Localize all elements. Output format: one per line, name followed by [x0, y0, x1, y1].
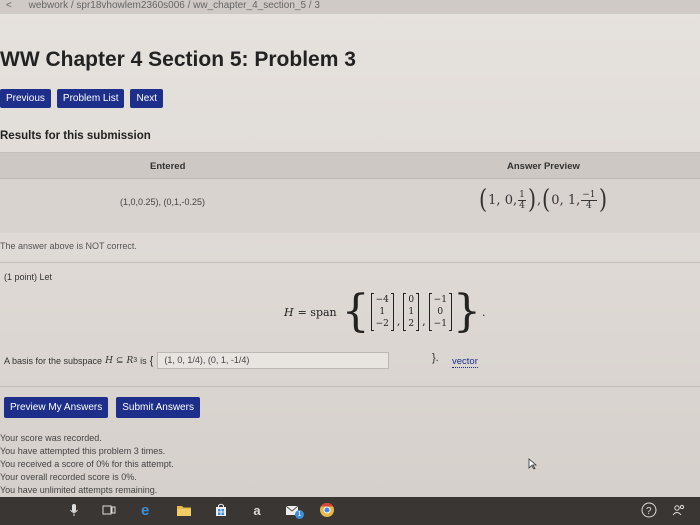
score-messages: Your score was recorded. You have attemp…: [0, 432, 174, 497]
vector-entry: 1: [408, 307, 415, 317]
subset-symbol: ⊆: [115, 355, 124, 365]
equation-period: .: [481, 305, 486, 319]
preview-v2-fraction: −1 4: [581, 189, 597, 211]
amazon-icon[interactable]: a: [248, 501, 266, 519]
vector-help-link[interactable]: vector: [452, 356, 478, 368]
store-icon[interactable]: [212, 501, 230, 519]
mail-icon[interactable]: 1: [284, 501, 304, 519]
close-set-brace: }.: [432, 352, 439, 364]
task-view-icon[interactable]: [100, 501, 118, 519]
column-vector-3: −1 0 −1: [428, 293, 453, 331]
action-buttons: Preview My Answers Submit Answers: [4, 397, 200, 418]
results-heading: Results for this submission: [0, 130, 151, 142]
vector-comma: ,: [396, 315, 401, 328]
basis-R: R: [126, 355, 134, 366]
vector-entry: −4: [375, 295, 389, 305]
column-vector-2: 0 1 2: [403, 293, 420, 331]
submit-answers-button[interactable]: Submit Answers: [116, 397, 200, 418]
webwork-page: < webwork / spr18vhowlem2360s006 / ww_ch…: [0, 0, 700, 497]
preview-v1-prefix: 1, 0,: [488, 192, 518, 208]
windows-taskbar: e a 1 ?: [0, 497, 700, 525]
results-header-row: Entered Answer Preview: [0, 153, 700, 179]
breadcrumb-bar: < webwork / spr18vhowlem2360s006 / ww_ch…: [0, 0, 700, 14]
edge-icon[interactable]: e: [138, 501, 156, 519]
basis-answer-input[interactable]: (1, 0, 1/4), (0, 1, -1/4): [157, 352, 390, 369]
vector-entry: −1: [433, 295, 447, 305]
vector-entry: −2: [375, 319, 389, 329]
vector-entry: 1: [379, 307, 386, 317]
problem-list-button[interactable]: Problem List: [56, 89, 125, 108]
preview-column-header: Answer Preview: [507, 161, 580, 172]
fraction-numerator: 1: [518, 189, 526, 201]
close-paren: ): [527, 185, 536, 215]
basis-H: H: [105, 355, 113, 366]
H-symbol: H: [284, 305, 294, 319]
score-message: Your overall recorded score is 0%.: [0, 472, 137, 482]
score-message: You have attempted this problem 3 times.: [0, 446, 166, 456]
answer-preview: ( 1, 0, 1 4 ) , ( 0, 1, −1 4 ): [478, 187, 608, 213]
svg-text:e: e: [141, 502, 149, 518]
mouse-cursor-icon: [528, 458, 538, 473]
vector-entry: 0: [408, 295, 415, 305]
chrome-icon[interactable]: [318, 501, 336, 519]
entered-answer: (1,0,0.25), (0,1,-0.25): [120, 197, 206, 207]
preview-v1-fraction: 1 4: [518, 190, 526, 211]
problem-points: (1 point) Let: [4, 272, 53, 282]
basis-text: A basis for the subspace: [4, 355, 103, 366]
fraction-numerator: −1: [581, 189, 597, 201]
score-message: You have unlimited attempts remaining.: [0, 485, 158, 495]
file-explorer-icon[interactable]: [175, 501, 193, 519]
preview-answers-button[interactable]: Preview My Answers: [4, 397, 109, 418]
vector-comma: ,: [422, 315, 426, 328]
vector-entry: 2: [408, 319, 415, 329]
preview-v2-prefix: 0, 1,: [551, 192, 581, 208]
svg-text:?: ?: [646, 506, 652, 517]
equals-span: = span: [297, 305, 337, 319]
open-set-brace: {: [149, 354, 154, 367]
entered-column-header: Entered: [150, 161, 186, 172]
close-paren: ): [598, 185, 607, 215]
basis-R-exponent: 3: [133, 357, 138, 364]
preview-separator: ,: [537, 192, 542, 208]
basis-is: is: [140, 355, 147, 366]
basis-question: A basis for the subspace H ⊆ R 3 is { (1…: [4, 352, 390, 369]
next-button[interactable]: Next: [130, 89, 164, 108]
column-vector-1: −4 1 −2: [370, 293, 395, 331]
open-paren: (: [542, 185, 551, 215]
right-brace: }: [452, 286, 481, 337]
left-brace: {: [341, 286, 370, 337]
breadcrumb[interactable]: webwork / spr18vhowlem2360s006 / ww_chap…: [29, 0, 320, 11]
score-message: Your score was recorded.: [0, 433, 102, 443]
page-title: WW Chapter 4 Section 5: Problem 3: [0, 48, 356, 71]
score-message: You received a score of 0% for this atte…: [0, 459, 174, 469]
help-icon[interactable]: ?: [640, 501, 658, 519]
fraction-denominator: 4: [519, 200, 525, 211]
microphone-icon[interactable]: [65, 501, 83, 519]
open-paren: (: [479, 185, 488, 215]
incorrect-message: The answer above is NOT correct.: [0, 241, 137, 251]
fraction-denominator: 4: [586, 200, 592, 211]
previous-button[interactable]: Previous: [0, 89, 51, 108]
mail-badge: 1: [295, 510, 304, 519]
problem-nav: Previous Problem List Next: [0, 89, 164, 108]
back-chevron-icon[interactable]: <: [6, 0, 12, 11]
people-icon[interactable]: [670, 501, 688, 519]
vector-entry: 0: [437, 307, 444, 317]
span-equation: H = span { −4 1 −2 , 0 1 2 , −1 0 −1 } .: [284, 290, 485, 334]
vector-entry: −1: [433, 319, 447, 329]
